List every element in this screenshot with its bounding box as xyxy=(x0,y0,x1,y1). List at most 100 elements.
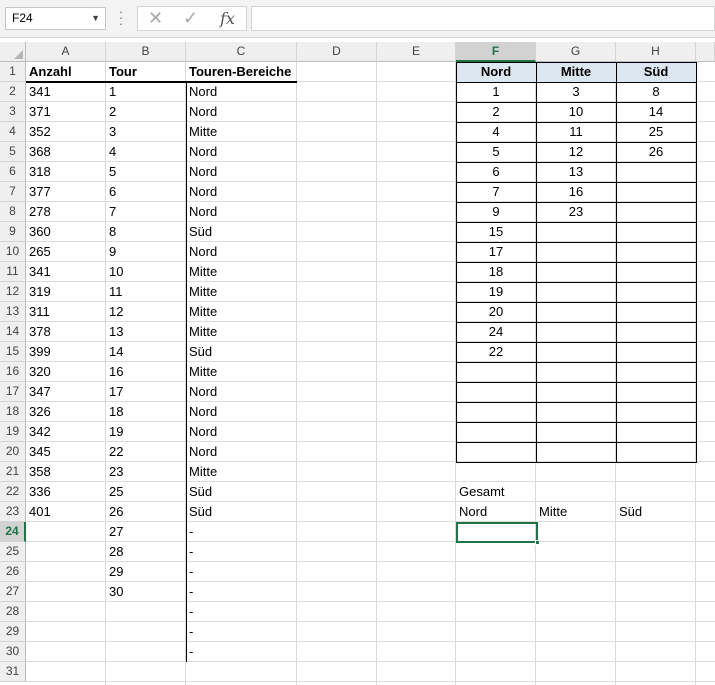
column-header-a[interactable]: A xyxy=(26,42,106,62)
cell-a5[interactable]: 368 xyxy=(26,142,106,162)
cell-a10[interactable]: 265 xyxy=(26,242,106,262)
cell-c20[interactable]: Nord xyxy=(186,442,266,462)
cell-c29[interactable]: - xyxy=(186,622,266,642)
right-cell-f3[interactable]: 2 xyxy=(456,102,536,122)
cell-c25[interactable]: - xyxy=(186,542,266,562)
column-header-f[interactable]: F xyxy=(456,42,536,62)
row-header-12[interactable]: 12 xyxy=(0,282,26,302)
cell-b24[interactable]: 27 xyxy=(106,522,186,542)
cell-c19[interactable]: Nord xyxy=(186,422,266,442)
cell-a23[interactable]: 401 xyxy=(26,502,106,522)
cell-b2[interactable]: 1 xyxy=(106,82,186,102)
cell-b10[interactable]: 9 xyxy=(106,242,186,262)
cell-a18[interactable]: 326 xyxy=(26,402,106,422)
fx-icon[interactable]: fx xyxy=(220,9,235,28)
cell-c11[interactable]: Mitte xyxy=(186,262,266,282)
x-icon[interactable]: ✕ xyxy=(148,8,163,29)
cell-b22[interactable]: 25 xyxy=(106,482,186,502)
cell-b12[interactable]: 11 xyxy=(106,282,186,302)
right-header-h[interactable]: Süd xyxy=(616,62,696,82)
summary-nord-label[interactable]: Nord xyxy=(456,502,536,522)
cell-a4[interactable]: 352 xyxy=(26,122,106,142)
right-cell-h5[interactable]: 26 xyxy=(616,142,696,162)
formula-input[interactable] xyxy=(251,6,715,31)
summary-gesamt-label[interactable]: Gesamt xyxy=(456,482,536,502)
cell-c10[interactable]: Nord xyxy=(186,242,266,262)
cell-a13[interactable]: 311 xyxy=(26,302,106,322)
right-cell-f6[interactable]: 6 xyxy=(456,162,536,182)
cell-a11[interactable]: 341 xyxy=(26,262,106,282)
cell-c3[interactable]: Nord xyxy=(186,102,266,122)
right-cell-f14[interactable]: 24 xyxy=(456,322,536,342)
right-cell-g4[interactable]: 11 xyxy=(536,122,616,142)
right-cell-h2[interactable]: 8 xyxy=(616,82,696,102)
cell-c17[interactable]: Nord xyxy=(186,382,266,402)
row-header-2[interactable]: 2 xyxy=(0,82,26,102)
cell-c5[interactable]: Nord xyxy=(186,142,266,162)
right-cell-f13[interactable]: 20 xyxy=(456,302,536,322)
row-header-15[interactable]: 15 xyxy=(0,342,26,362)
cell-c23[interactable]: Süd xyxy=(186,502,266,522)
right-cell-f5[interactable]: 5 xyxy=(456,142,536,162)
cell-a2[interactable]: 341 xyxy=(26,82,106,102)
row-header-6[interactable]: 6 xyxy=(0,162,26,182)
row-header-9[interactable]: 9 xyxy=(0,222,26,242)
cell-b11[interactable]: 10 xyxy=(106,262,186,282)
right-cell-h3[interactable]: 14 xyxy=(616,102,696,122)
row-header-13[interactable]: 13 xyxy=(0,302,26,322)
cell-a20[interactable]: 345 xyxy=(26,442,106,462)
cell-c18[interactable]: Nord xyxy=(186,402,266,422)
column-header-b[interactable]: B xyxy=(106,42,186,62)
right-cell-g5[interactable]: 12 xyxy=(536,142,616,162)
right-header-g[interactable]: Mitte xyxy=(536,62,616,82)
more-options-icon[interactable]: · · · xyxy=(118,5,124,30)
summary-mitte-label[interactable]: Mitte xyxy=(536,502,616,522)
column-header-h[interactable]: H xyxy=(616,42,696,62)
row-header-18[interactable]: 18 xyxy=(0,402,26,422)
right-cell-g3[interactable]: 10 xyxy=(536,102,616,122)
row-header-28[interactable]: 28 xyxy=(0,602,26,622)
cell-b21[interactable]: 23 xyxy=(106,462,186,482)
cell-b7[interactable]: 6 xyxy=(106,182,186,202)
cell-c16[interactable]: Mitte xyxy=(186,362,266,382)
row-header-17[interactable]: 17 xyxy=(0,382,26,402)
cell-b6[interactable]: 5 xyxy=(106,162,186,182)
right-header-f[interactable]: Nord xyxy=(456,62,536,82)
cell-c24[interactable]: - xyxy=(186,522,266,542)
row-header-29[interactable]: 29 xyxy=(0,622,26,642)
cell-b19[interactable]: 19 xyxy=(106,422,186,442)
cell-c12[interactable]: Mitte xyxy=(186,282,266,302)
cell-c8[interactable]: Nord xyxy=(186,202,266,222)
right-cell-f10[interactable]: 17 xyxy=(456,242,536,262)
cell-a12[interactable]: 319 xyxy=(26,282,106,302)
right-cell-f4[interactable]: 4 xyxy=(456,122,536,142)
cell-c26[interactable]: - xyxy=(186,562,266,582)
chevron-down-icon[interactable]: ▼ xyxy=(91,13,100,23)
cell-a22[interactable]: 336 xyxy=(26,482,106,502)
cell-c15[interactable]: Süd xyxy=(186,342,266,362)
cell-c9[interactable]: Süd xyxy=(186,222,266,242)
right-cell-g6[interactable]: 13 xyxy=(536,162,616,182)
header-b[interactable]: Tour xyxy=(106,62,186,82)
row-header-26[interactable]: 26 xyxy=(0,562,26,582)
row-header-20[interactable]: 20 xyxy=(0,442,26,462)
cell-a9[interactable]: 360 xyxy=(26,222,106,242)
cell-c22[interactable]: Süd xyxy=(186,482,266,502)
right-cell-f2[interactable]: 1 xyxy=(456,82,536,102)
cell-b5[interactable]: 4 xyxy=(106,142,186,162)
cell-b18[interactable]: 18 xyxy=(106,402,186,422)
cell-b14[interactable]: 13 xyxy=(106,322,186,342)
cell-c30[interactable]: - xyxy=(186,642,266,662)
cell-b9[interactable]: 8 xyxy=(106,222,186,242)
cell-a15[interactable]: 399 xyxy=(26,342,106,362)
cell-c14[interactable]: Mitte xyxy=(186,322,266,342)
column-header-e[interactable]: E xyxy=(377,42,456,62)
cell-a21[interactable]: 358 xyxy=(26,462,106,482)
right-cell-g8[interactable]: 23 xyxy=(536,202,616,222)
cell-a6[interactable]: 318 xyxy=(26,162,106,182)
header-c[interactable]: Touren-Bereiche xyxy=(186,62,297,82)
cell-c2[interactable]: Nord xyxy=(186,82,266,102)
row-header-3[interactable]: 3 xyxy=(0,102,26,122)
right-cell-h4[interactable]: 25 xyxy=(616,122,696,142)
right-cell-f7[interactable]: 7 xyxy=(456,182,536,202)
